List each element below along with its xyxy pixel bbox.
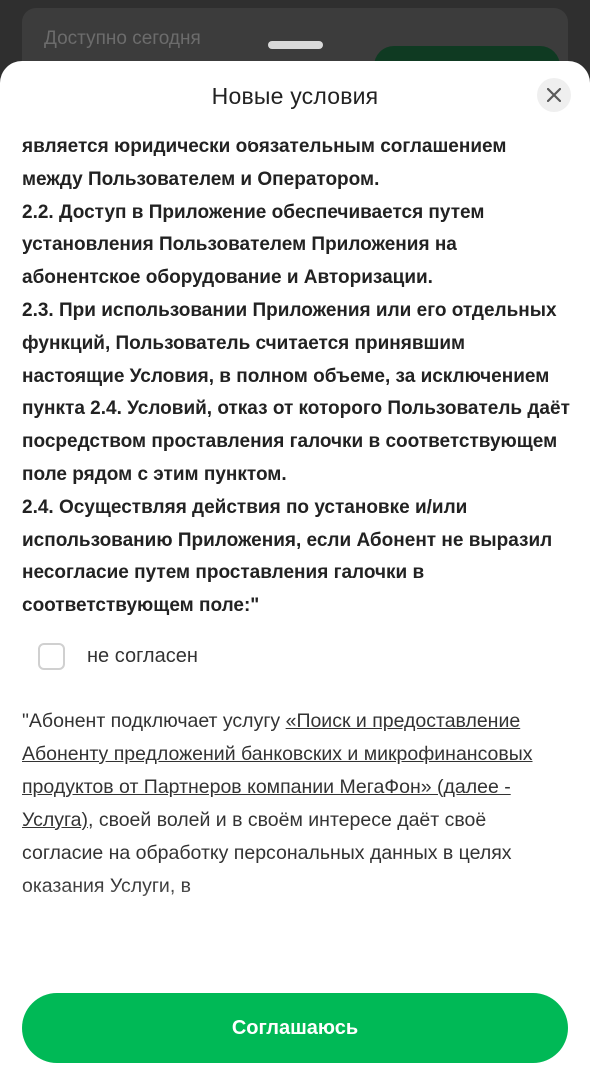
close-icon — [547, 88, 561, 102]
terms-paragraph: 2.2. Доступ в Приложение обеспечивается … — [22, 201, 485, 289]
terms-bottom-sheet: Новые условия является юридически обязат… — [0, 61, 590, 1088]
disagree-checkbox[interactable] — [38, 643, 65, 671]
consent-prefix: "Абонент подключает услугу — [22, 709, 286, 732]
scroll-fade — [0, 881, 590, 1001]
disagree-label[interactable]: не согласен — [87, 645, 198, 668]
terms-paragraph: между Пользователем и Оператором. — [22, 168, 380, 190]
consent-text: "Абонент подключает услугу «Поиск и пред… — [22, 705, 570, 903]
terms-cut-line: является юридически обязательным соглаше… — [22, 141, 507, 157]
disagree-option[interactable]: не согласен — [38, 642, 570, 672]
terms-paragraph: 2.4. Осуществляя действия по установке и… — [22, 496, 553, 617]
terms-scroll-area[interactable]: является юридически обязательным соглаше… — [22, 141, 570, 991]
terms-paragraph: 2.3. При использовании Приложения или ег… — [22, 299, 570, 485]
sheet-title: Новые условия — [211, 83, 379, 109]
sheet-drag-handle[interactable] — [268, 41, 323, 49]
terms-text: является юридически обязательным соглаше… — [22, 141, 570, 623]
close-button[interactable] — [537, 78, 571, 112]
agree-button[interactable]: Соглашаюсь — [22, 993, 568, 1063]
background-card-text: Доступно сегодня — [44, 28, 201, 49]
